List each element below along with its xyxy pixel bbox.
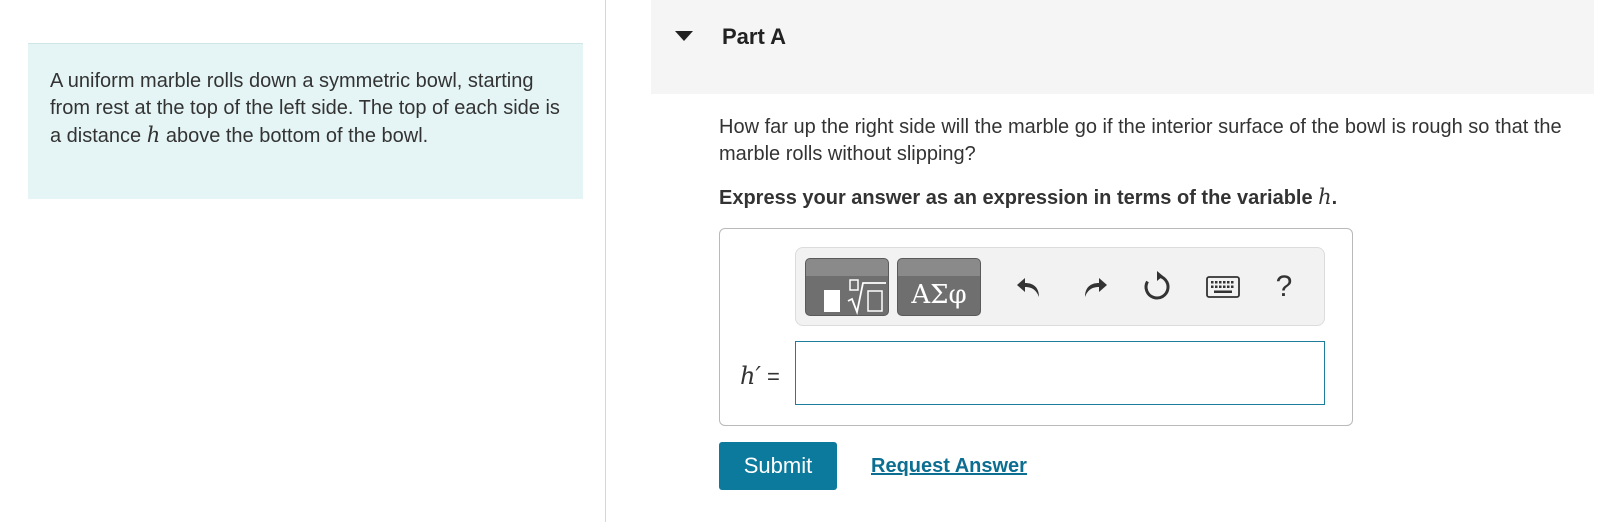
answer-input[interactable] [795,341,1325,405]
help-label: ? [1275,270,1293,303]
greek-symbols-button[interactable]: ΑΣφ [897,258,981,316]
instruction-text-end: . [1331,187,1338,209]
math-toolbar: ΑΣφ ? [795,247,1325,326]
answer-variable: h′ [740,362,761,390]
question-text: How far up the right side will the marbl… [719,116,1562,165]
greek-symbols-label: ΑΣφ [911,280,967,310]
answer-equals: = [760,364,780,389]
radical-icon [847,279,886,315]
collapse-caret-icon[interactable] [675,31,693,41]
templates-button[interactable] [805,258,889,316]
request-answer-link[interactable]: Request Answer [871,455,1027,478]
reset-icon[interactable] [1137,266,1177,308]
answer-label: h′ = [740,362,780,390]
templates-icon [824,290,840,312]
problem-text-after: above the bottom of the bowl. [160,125,429,147]
instruction-text-main: Express your answer as an expression in … [719,187,1319,209]
undo-icon[interactable] [1009,266,1049,308]
part-title: Part A [722,24,786,49]
part-header[interactable]: Part A [651,0,1594,94]
pane-divider [605,0,606,522]
problem-variable: h [146,123,161,147]
answer-box: ΑΣφ ? h′ = [719,228,1353,426]
problem-statement: A uniform marble rolls down a symmetric … [28,43,583,199]
submit-button[interactable]: Submit [719,442,837,490]
redo-icon[interactable] [1075,266,1115,308]
instruction-variable: h [1318,185,1332,209]
problem-pane: A uniform marble rolls down a symmetric … [0,0,605,522]
help-icon[interactable]: ? [1264,266,1304,308]
instruction-text: Express your answer as an expression in … [719,185,1337,210]
keyboard-icon[interactable] [1203,266,1243,308]
